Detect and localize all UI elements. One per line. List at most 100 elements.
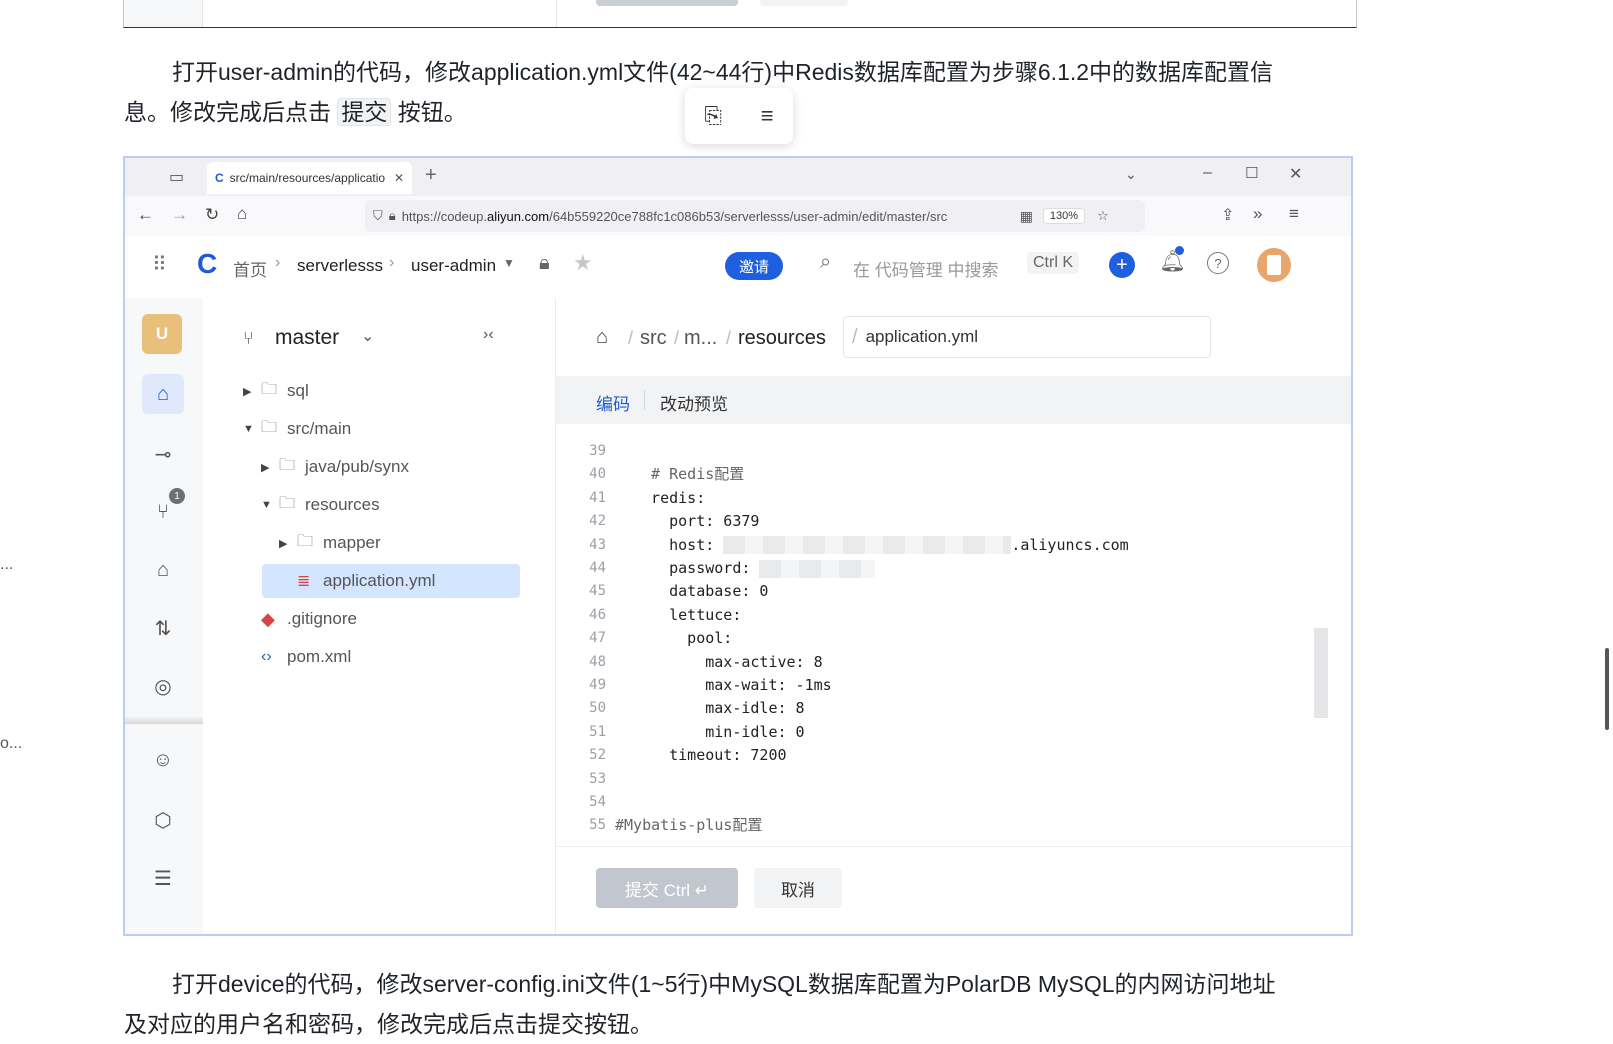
breadcrumb-repo[interactable]: user-admin (411, 256, 496, 276)
filename-input[interactable]: / application.yml (843, 316, 1211, 358)
minimize-icon[interactable]: – (1203, 164, 1212, 182)
line-text: host: .aliyuncs.com (633, 534, 1129, 557)
line-text: pool: (633, 629, 733, 648)
window-close-icon[interactable]: ✕ (1289, 164, 1302, 184)
code-home-icon[interactable]: ⌂ (142, 374, 184, 414)
scan-icon[interactable]: ◎ (142, 666, 184, 706)
search-icon: ⌕ (820, 251, 832, 273)
submit-button[interactable]: 提交 Ctrl ↵ (596, 868, 738, 908)
host-suffix: .aliyuncs.com (1011, 535, 1129, 554)
breadcrumb-home[interactable]: 首页 (233, 256, 267, 281)
database-file-icon: ≣ (297, 573, 311, 590)
search-input[interactable]: 在 代码管理 中搜索 (853, 256, 998, 281)
paragraph: 打开device的代码，修改server-config.ini文件(1~5行)中… (124, 964, 1354, 1044)
chevron-right-icon: › (389, 254, 395, 271)
path-separator: / (628, 328, 634, 348)
line-number: 53 (589, 770, 606, 787)
repo-avatar[interactable]: U (142, 314, 182, 354)
apps-grid-icon[interactable]: ⠿ (152, 252, 167, 277)
tag-icon[interactable]: ⌂ (142, 550, 184, 590)
tree-item-sql[interactable]: ▶ 🗀 sql (243, 374, 309, 408)
tree-item-label: pom.xml (287, 647, 352, 666)
close-icon[interactable]: ✕ (394, 171, 404, 185)
url-path: /64b559220ce788fc1c086b53/serverlesss/us… (549, 208, 948, 224)
line-text: max-idle: 8 (633, 699, 805, 718)
settings-icon[interactable]: ⬡ (142, 800, 184, 840)
wrap-text-icon[interactable]: ≡ (761, 103, 774, 129)
editor-scrollbar[interactable] (1314, 628, 1328, 718)
member-icon[interactable]: ☺ (142, 740, 184, 780)
tree-item-label: application.yml (323, 571, 436, 590)
avatar[interactable] (1257, 248, 1291, 282)
codeup-logo-icon[interactable]: C (197, 248, 217, 280)
tree-item-label: src/main (287, 419, 352, 438)
browser-tab-bar: ▭ C src/main/resources/applicatio ✕ + ⌄ … (125, 158, 1351, 196)
editor-panel: ⌂ / src / m... / resources / application… (556, 298, 1351, 934)
redacted-host (723, 536, 1012, 555)
extensions-icon[interactable]: ⇪ (1221, 205, 1234, 225)
collapse-menu-icon[interactable]: ☰ (142, 858, 184, 898)
line-text-start: host: (633, 535, 724, 554)
line-number: 47 (589, 630, 606, 647)
commit-icon[interactable]: ⊸ (142, 434, 184, 474)
line-number: 52 (589, 747, 606, 764)
invite-button[interactable]: 邀请 (725, 252, 783, 280)
zoom-level[interactable]: 130% (1042, 208, 1086, 224)
qr-code-icon[interactable]: ▦ (1020, 208, 1033, 225)
copy-link-icon[interactable]: ⎘ (704, 103, 722, 129)
filename-value: application.yml (865, 327, 979, 346)
previous-sidebar (124, 0, 203, 27)
path-segment-m[interactable]: m... (684, 327, 717, 350)
tree-item-resources[interactable]: ▼ 🗀 resources (261, 488, 380, 522)
merge-request-icon[interactable]: ⇅ (142, 608, 184, 648)
tab-code[interactable]: 编码 (596, 390, 630, 415)
back-icon[interactable]: ← (137, 205, 154, 225)
address-bar[interactable]: ⛉ 🔒︎ https://codeup.aliyun.com/64b559220… (365, 200, 1145, 232)
breadcrumb-org[interactable]: serverlesss (297, 256, 383, 276)
chevron-down-icon[interactable]: ⌄ (1125, 166, 1137, 183)
forward-icon[interactable]: → (171, 205, 188, 225)
more-tools-icon[interactable]: » (1253, 204, 1262, 224)
code-file-icon: ‹› (261, 648, 272, 665)
tab-preview[interactable]: 改动预览 (660, 390, 728, 415)
line-number: 46 (589, 606, 606, 623)
tree-item-src-main[interactable]: ▼ 🗀 src/main (243, 412, 351, 446)
cancel-button[interactable]: 取消 (754, 868, 842, 908)
line-text: #Mybatis-plus配置 (615, 816, 763, 835)
left-ellipsis: ... (0, 556, 14, 573)
path-separator: / (726, 328, 732, 348)
reload-icon[interactable]: ↻ (205, 205, 219, 225)
help-icon[interactable]: ? (1207, 252, 1229, 274)
app-header: ⠿ C 首页 › serverlesss › user-admin ▼ 🔒︎ ★… (125, 236, 1351, 299)
lock-icon[interactable]: 🔒︎ (539, 252, 550, 275)
collapse-tree-icon[interactable]: ›‹ (483, 326, 494, 344)
paragraph-line: 及对应的用户名和密码，修改完成后点击提交按钮。 (124, 1011, 653, 1037)
file-tree: ⑂ master ⌄ ›‹ ▶ 🗀 sql ▼ 🗀 src/main ▶ 🗀 java/pu… (203, 298, 556, 934)
caret-down-icon: ▼ (243, 423, 254, 435)
new-tab-icon[interactable]: + (425, 164, 437, 187)
path-segment-resources[interactable]: resources (738, 327, 826, 350)
repo-root-icon[interactable]: ⌂ (596, 326, 608, 349)
line-number: 41 (589, 489, 606, 506)
tab-list-icon[interactable]: ▭ (169, 167, 184, 187)
maximize-icon[interactable]: ☐ (1245, 164, 1258, 182)
menu-icon[interactable]: ≡ (1289, 204, 1299, 224)
add-icon[interactable]: + (1109, 252, 1135, 278)
tree-item-java[interactable]: ▶ 🗀 java/pub/synx (261, 450, 409, 484)
paragraph-line: 打开user-admin的代码，修改application.yml文件(42~4… (172, 59, 1274, 85)
star-icon[interactable]: ☆ (1097, 208, 1109, 224)
home-icon[interactable]: ⌂ (237, 204, 247, 224)
star-icon[interactable]: ★ (573, 250, 593, 276)
path-segment-src[interactable]: src (640, 327, 667, 350)
caret-right-icon: ▶ (261, 461, 270, 474)
tree-item-application-yml[interactable]: ≣ application.yml (262, 564, 520, 598)
tree-item-mapper[interactable]: ▶ 🗀 mapper (279, 526, 381, 560)
tree-item-gitignore[interactable]: ◆ .gitignore (261, 602, 357, 636)
tree-item-pom-xml[interactable]: ‹› pom.xml (261, 640, 351, 674)
page-scrollbar[interactable] (1605, 648, 1609, 730)
code-area[interactable]: 39 40 # Redis配置 41 redis: 42 port: 6379 … (556, 440, 1351, 840)
chevron-down-icon[interactable]: ⌄ (361, 326, 374, 346)
browser-tab[interactable]: C src/main/resources/applicatio ✕ (207, 162, 412, 194)
caret-down-icon[interactable]: ▼ (503, 256, 515, 270)
branch-selector[interactable]: master (275, 326, 339, 350)
